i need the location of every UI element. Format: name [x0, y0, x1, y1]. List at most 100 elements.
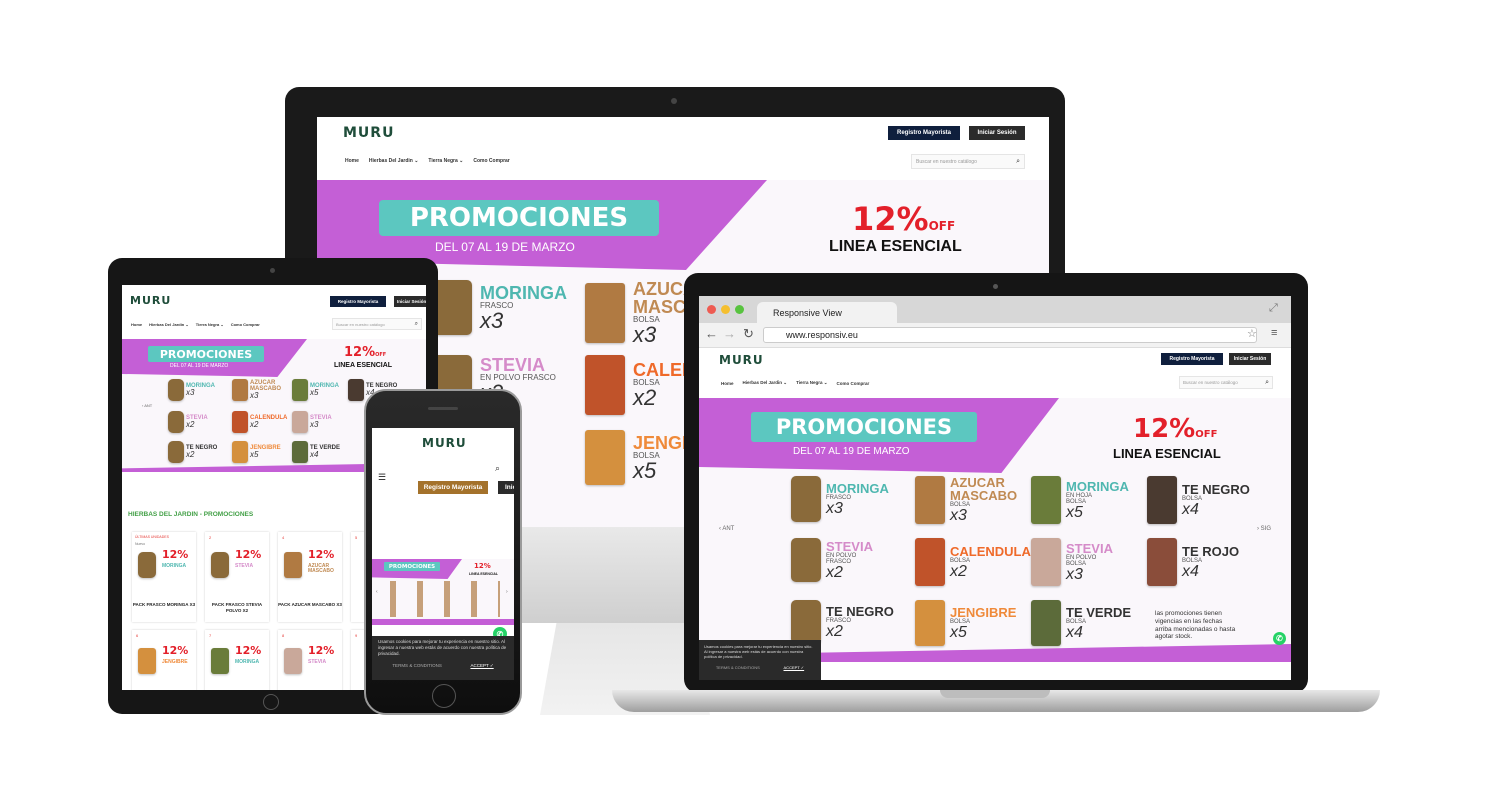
card-discount: 12%: [235, 548, 262, 561]
fullscreen-icon[interactable]: ⤢: [1269, 302, 1278, 315]
product-image: [915, 600, 945, 646]
card-number: 4: [282, 535, 285, 540]
product-image: [292, 441, 308, 463]
nav-home[interactable]: Home: [721, 381, 734, 386]
iniciar-sesion-button[interactable]: Iniciar Sesión: [969, 126, 1025, 140]
search-icon[interactable]: ⌕: [495, 463, 500, 474]
iniciar-sesion-button[interactable]: Iniciar Sesión: [394, 296, 426, 307]
iniciar-sesion-button[interactable]: Iniciar Sesión: [498, 481, 514, 494]
iniciar-sesion-button[interactable]: Iniciar Sesión: [1229, 353, 1271, 365]
product-te-verde: TE VERDE BOLSA x4: [1031, 600, 1131, 646]
phone-home-button[interactable]: [432, 684, 456, 708]
nav-hierbas[interactable]: Hierbas Del Jardin ⌄: [149, 322, 189, 327]
accept-button[interactable]: ACCEPT ✓: [470, 663, 493, 669]
product-moringa-bolsa: MORINGA x5: [292, 379, 339, 401]
product-qty: x4: [310, 450, 319, 459]
search-input[interactable]: Buscar en nuestro catálogo ⌕: [332, 318, 422, 330]
badge-nuevo: Nuevo: [135, 542, 146, 546]
product-card[interactable]: 2 12% STEVIA PACK FRASCO STEVIA POLVO X2: [205, 532, 269, 622]
hamburger-menu-icon[interactable]: ☰: [378, 472, 386, 483]
nav-como-comprar[interactable]: Como Comprar: [837, 381, 870, 386]
product-qty: x3: [1066, 565, 1083, 583]
product-qty: x3: [826, 499, 843, 517]
card-number: 5: [355, 535, 358, 540]
product-image: [211, 552, 229, 578]
nav-tierra-negra[interactable]: Tierra Negra ⌄: [196, 322, 224, 327]
product-jengibre: JENGIBRE BOLSA x5: [915, 600, 1016, 646]
back-icon[interactable]: ←: [705, 326, 718, 341]
carousel-prev[interactable]: ‹ ANT: [719, 526, 734, 532]
terms-link[interactable]: TERMS & CONDITIONS: [392, 663, 442, 669]
registro-mayorista-button[interactable]: Registro Mayorista: [418, 481, 488, 494]
product-qty: x3: [310, 420, 319, 429]
search-input[interactable]: Buscar en nuestro catálogo ⌕: [1179, 376, 1273, 389]
product-moringa-bolsa: MORINGA EN HOJA BOLSA x5: [1031, 476, 1129, 524]
browser-tab[interactable]: Responsive View: [757, 302, 897, 323]
logo[interactable]: MURU: [130, 294, 171, 307]
card-product-tag: MORINGA: [235, 659, 260, 665]
product-qty: x5: [250, 450, 259, 459]
bookmark-star-icon[interactable]: ☆: [1247, 327, 1257, 340]
nav-hierbas[interactable]: Hierbas Del Jardin ⌄: [743, 380, 788, 386]
nav-home[interactable]: Home: [131, 322, 142, 327]
tablet-home-button[interactable]: [263, 694, 279, 710]
nav-home[interactable]: Home: [345, 158, 359, 164]
promo-note: las promociones tienen vigencias en las …: [1155, 610, 1236, 641]
linea-label: LINEA ESENCIAL: [829, 238, 962, 255]
product-image: [232, 411, 248, 433]
nav-como-comprar[interactable]: Como Comprar: [473, 158, 509, 164]
card-product-tag: STEVIA: [235, 563, 254, 569]
forward-icon[interactable]: →: [723, 326, 736, 341]
search-icon[interactable]: ⌕: [1265, 379, 1269, 387]
product-card[interactable]: 4 12% AZUCAR MASCABO PACK AZUCAR MASCABO…: [278, 532, 342, 622]
search-input[interactable]: Buscar en nuestro catálogo ⌕: [911, 154, 1025, 169]
laptop-screen: Responsive View ⤢ ← → ↻ www.responsiv.eu…: [699, 296, 1291, 680]
browser-menu-icon[interactable]: ≡: [1271, 327, 1277, 339]
terms-link[interactable]: TERMS & CONDITIONS: [716, 665, 760, 670]
tab-title: Responsive View: [773, 307, 842, 318]
product-qty: x2: [186, 420, 195, 429]
window-minimize-icon[interactable]: [721, 305, 730, 314]
discount-12-off: 12%: [474, 562, 491, 570]
product-name: MORINGA: [826, 480, 889, 496]
product-card[interactable]: 7 12% MORINGA: [205, 630, 269, 690]
linea-label: LINEA ESENCIAL: [1113, 446, 1221, 461]
nav-como-comprar[interactable]: Como Comprar: [231, 322, 260, 327]
product-name: AZUCAR MASCABO: [950, 475, 1018, 503]
carousel-prev[interactable]: ‹ ANT: [142, 403, 152, 408]
carousel-next[interactable]: ›: [506, 589, 508, 595]
logo[interactable]: MURU: [422, 436, 467, 450]
registro-mayorista-button[interactable]: Registro Mayorista: [330, 296, 386, 307]
nav-tierra-negra[interactable]: Tierra Negra ⌄: [796, 380, 827, 386]
address-bar[interactable]: www.responsiv.eu: [763, 327, 1257, 343]
product-qty: x3: [950, 507, 967, 524]
linea-esencial: LINEA ESENCIAL: [334, 362, 392, 369]
registro-mayorista-button[interactable]: Registro Mayorista: [1161, 353, 1223, 365]
carousel-next[interactable]: › SIG: [1257, 526, 1271, 532]
accept-button[interactable]: ACCEPT ✓: [784, 665, 805, 670]
product-card[interactable]: 8 12% STEVIA: [278, 630, 342, 690]
registro-mayorista-button[interactable]: Registro Mayorista: [888, 126, 960, 140]
nav-tierra-negra[interactable]: Tierra Negra ⌄: [428, 158, 463, 164]
url-text: www.responsiv.eu: [786, 330, 858, 340]
search-icon[interactable]: ⌕: [415, 321, 418, 328]
whatsapp-icon[interactable]: ✆: [1273, 632, 1286, 645]
product-name: STEVIA: [480, 355, 546, 375]
product-card[interactable]: ÚLTIMAS UNIDADES Nuevo 12% MORINGA PACK …: [132, 532, 196, 622]
logo[interactable]: MURU: [719, 353, 764, 367]
product-te-negro-frasco: TE NEGRO x2: [168, 441, 217, 463]
product-card[interactable]: 6 12% JENGIBRE: [132, 630, 196, 690]
card-number: 9: [355, 633, 358, 638]
search-icon[interactable]: ⌕: [1016, 158, 1020, 166]
imac-camera: [671, 98, 677, 104]
nav-hierbas[interactable]: Hierbas Del Jardin ⌄: [369, 158, 419, 164]
product-qty: x3: [186, 388, 195, 397]
banner-dates: DEL 07 AL 19 DE MARZO: [793, 446, 910, 457]
product-image: [1031, 600, 1061, 646]
window-close-icon[interactable]: [707, 305, 716, 314]
carousel-prev[interactable]: ‹: [376, 589, 378, 595]
reload-icon[interactable]: ↻: [743, 326, 754, 342]
logo[interactable]: MURU: [343, 125, 394, 141]
laptop-notch: [940, 690, 1050, 698]
window-maximize-icon[interactable]: [735, 305, 744, 314]
